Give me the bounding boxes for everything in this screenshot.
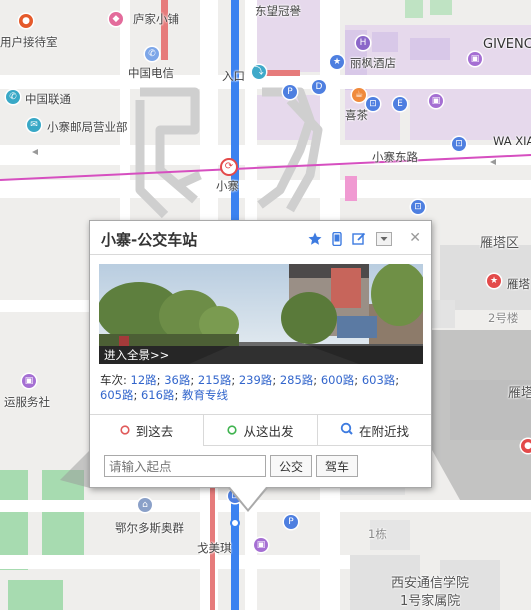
station-info-popup: 小寨-公交车站 ✕ 进入全景>> 车次: 12路; 36路; 215路; 239…	[89, 220, 432, 512]
map-label-xiaozhai-station[interactable]: 小寨	[216, 178, 239, 194]
map-label-ordos[interactable]: 鄂尔多斯奥群	[115, 520, 184, 536]
parking-icon-2[interactable]: P	[284, 515, 298, 529]
tab-start-here-label: 从这出发	[243, 423, 294, 439]
metro-station-icon[interactable]: ⟳	[220, 158, 238, 176]
map-label-yanta-right[interactable]: 雁塔	[507, 276, 530, 292]
send-to-phone-icon[interactable]	[332, 231, 342, 250]
tab-start-here[interactable]: 从这出发	[203, 415, 317, 445]
telecom-icon[interactable]: ✆	[145, 47, 159, 61]
route-link[interactable]: 教育专线	[182, 388, 228, 402]
map-label-yanta-district[interactable]: 雁塔区	[480, 232, 519, 251]
map-label-lujia-shop[interactable]: 庐家小铺	[133, 11, 179, 27]
more-dropdown-icon[interactable]	[376, 231, 393, 250]
tab-search-nearby[interactable]: 在附近找	[317, 415, 431, 445]
popup-toolbar: ✕	[303, 231, 421, 247]
drive-route-button[interactable]: 驾车	[316, 455, 359, 477]
shop-icon[interactable]: ◆	[109, 12, 123, 26]
bus-icon-1[interactable]: ⊡	[366, 97, 380, 111]
service-icon[interactable]: ▣	[22, 374, 36, 388]
bus-routes: 车次: 12路; 36路; 215路; 239路; 285路; 600路; 60…	[100, 373, 400, 402]
tab-search-nearby-label: 在附近找	[358, 423, 409, 439]
route-link[interactable]: 215路	[198, 373, 231, 387]
map-label-transport-service[interactable]: 运服务社	[4, 394, 50, 410]
map-label-wa-xiang[interactable]: WA XIAN	[493, 134, 531, 148]
map-label-yanta-mid[interactable]: 雁塔	[508, 382, 531, 401]
shopping-icon-2[interactable]: ▣	[429, 94, 443, 108]
star-poi-icon[interactable]: ★	[330, 55, 344, 69]
shopping-icon-3[interactable]: ▣	[254, 538, 268, 552]
government-icon[interactable]: ●	[19, 14, 33, 28]
start-point-input[interactable]	[104, 455, 266, 477]
bus-icon-2[interactable]: ⊡	[452, 137, 466, 151]
map-label-family-yard[interactable]: 1号家属院	[400, 590, 460, 609]
residential-icon[interactable]: ⌂	[138, 498, 152, 512]
selected-stop-marker[interactable]	[230, 518, 240, 528]
routes-label: 车次:	[100, 373, 127, 387]
popup-divider	[90, 254, 431, 255]
star-red-icon[interactable]: ★	[487, 274, 501, 288]
route-planner-row: 公交 驾车	[104, 455, 359, 477]
route-link[interactable]: 605路	[100, 388, 133, 402]
destination-circle-icon	[120, 423, 130, 438]
map-label-china-unicom[interactable]: 中国联通	[25, 91, 71, 107]
map-label-givenchy[interactable]: GIVENCH	[483, 37, 531, 52]
map-label-entrance[interactable]: 入口	[222, 68, 245, 84]
route-link[interactable]: 616路	[141, 388, 174, 402]
metro-exit-e-icon[interactable]: E	[393, 97, 407, 111]
popup-tail	[230, 487, 266, 509]
search-icon	[340, 422, 353, 438]
bus-icon-3[interactable]: ⊡	[411, 200, 425, 214]
map-label-user-reception[interactable]: 用户接待室	[0, 34, 58, 50]
direction-tabs: 到这去 从这出发 在附近找	[90, 414, 431, 446]
close-icon[interactable]: ✕	[409, 231, 421, 245]
map-label-china-telecom[interactable]: 中国电信	[128, 65, 174, 81]
post-icon[interactable]: ✉	[27, 118, 41, 132]
favorite-star-icon[interactable]	[308, 231, 322, 250]
route-link[interactable]: 600路	[321, 373, 354, 387]
map-label-xiaozhai-post[interactable]: 小寨邮局营业部	[47, 119, 128, 135]
edit-icon[interactable]	[352, 231, 366, 250]
map-label-building2[interactable]: 2号楼	[488, 310, 518, 326]
panorama-caption[interactable]: 进入全景>>	[99, 346, 423, 364]
map-label-xian-telecom-college[interactable]: 西安通信学院	[391, 572, 469, 591]
bus-route-button[interactable]: 公交	[270, 455, 313, 477]
map-label-dongwang[interactable]: 东望冠譽	[255, 3, 301, 19]
map-label-xicha[interactable]: 喜茶	[345, 107, 368, 123]
metro-exit-d-icon[interactable]: D	[312, 80, 326, 94]
popup-title: 小寨-公交车站	[101, 231, 198, 249]
tab-go-here-label: 到这去	[135, 423, 174, 439]
route-link[interactable]: 285路	[280, 373, 313, 387]
route-link[interactable]: 12路	[131, 373, 157, 387]
map-label-gemeiqi[interactable]: 戈美琪	[197, 540, 232, 556]
origin-circle-icon	[227, 423, 238, 438]
route-link[interactable]: 603路	[362, 373, 395, 387]
entrance-icon[interactable]: ⤵	[252, 65, 266, 79]
shopping-icon[interactable]: ▣	[468, 52, 482, 66]
map-label-lifeng-hotel[interactable]: 丽枫酒店	[350, 55, 396, 71]
map-label-xiaozhai-east-road[interactable]: 小寨东路	[372, 149, 418, 165]
red-poi-icon[interactable]: ●	[521, 439, 531, 453]
route-link[interactable]: 239路	[239, 373, 272, 387]
street-panorama[interactable]: 进入全景>>	[99, 264, 423, 364]
route-link[interactable]: 36路	[164, 373, 190, 387]
parking-icon[interactable]: P	[283, 85, 297, 99]
unicom-icon[interactable]: ✆	[6, 90, 20, 104]
tab-go-here[interactable]: 到这去	[90, 415, 203, 446]
cafe-icon[interactable]: ☕	[352, 88, 366, 102]
map-label-building1[interactable]: 1栋	[368, 526, 387, 542]
hotel-icon[interactable]: H	[356, 36, 370, 50]
